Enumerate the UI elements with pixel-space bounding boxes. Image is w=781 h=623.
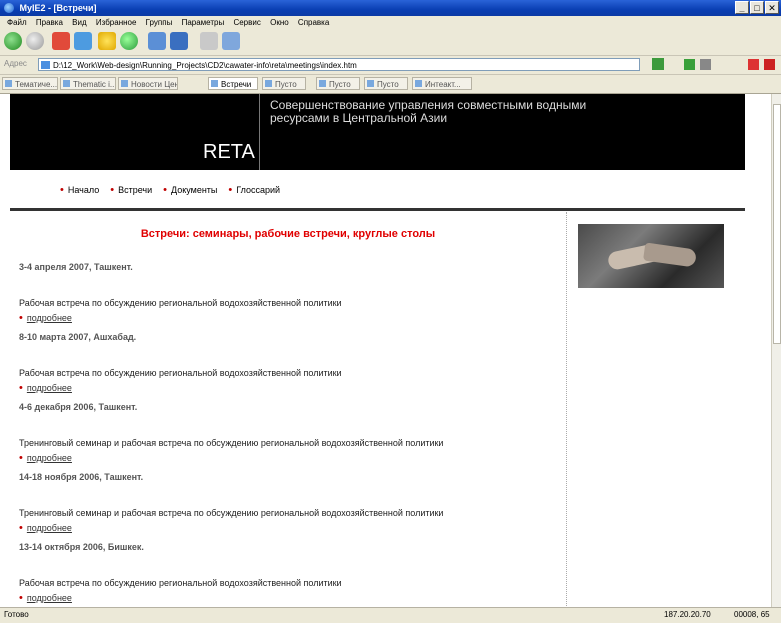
stop-icon[interactable]	[52, 32, 70, 50]
event-date: 13-14 октября 2006, Бишкек.	[19, 542, 144, 552]
favorites-star-icon[interactable]	[98, 32, 116, 50]
window-controls: _ □ ✕	[735, 1, 779, 14]
header-divider	[259, 94, 260, 170]
tab-meetings[interactable]: Встречи	[208, 77, 258, 90]
close-tab-icon[interactable]	[764, 59, 775, 70]
event-description: Рабочая встреча по обсуждению региональн…	[19, 578, 342, 588]
tools-icon[interactable]	[170, 32, 188, 50]
address-label: Адрес	[4, 59, 27, 68]
tab-empty-2[interactable]: Пусто	[316, 77, 360, 90]
tab-last[interactable]: Интеакт...	[412, 77, 472, 90]
window-title: MyIE2 - [Встречи]	[19, 3, 97, 13]
nav-meetings[interactable]: Встречи	[110, 184, 152, 196]
page-icon[interactable]	[148, 32, 166, 50]
address-url: D:\12_Work\Web-design\Running_Projects\C…	[53, 61, 357, 70]
screen-icon[interactable]	[222, 32, 240, 50]
block-icon[interactable]	[748, 59, 759, 70]
history-icon[interactable]	[120, 32, 138, 50]
window-title-bar: MyIE2 - [Встречи] _ □ ✕	[0, 0, 781, 16]
minimize-button[interactable]: _	[735, 1, 749, 14]
menu-help[interactable]: Справка	[298, 18, 329, 27]
more-link-row: подробнее	[19, 382, 559, 394]
toolbar	[0, 30, 781, 56]
address-bar: Адрес D:\12_Work\Web-design\Running_Proj…	[0, 56, 781, 75]
status-text: Готово	[4, 610, 29, 619]
handshake-image	[578, 224, 724, 288]
event-description: Тренинговый семинар и рабочая встреча по…	[19, 508, 444, 518]
green-nav-icon[interactable]	[684, 59, 695, 70]
status-ip: 187.20.20.70	[664, 610, 711, 619]
browser-icon	[4, 3, 14, 13]
site-logo[interactable]: RETA	[203, 141, 255, 164]
more-link[interactable]: подробнее	[27, 453, 72, 463]
forward-icon[interactable]	[26, 32, 44, 50]
tab-2[interactable]: Thematic i...	[60, 77, 116, 90]
nav-home[interactable]: Начало	[60, 184, 99, 196]
more-link-row: подробнее	[19, 312, 559, 324]
status-counter: 00008, 65	[734, 610, 770, 619]
site-nav: Начало Встречи Документы Глоссарий	[60, 184, 280, 196]
address-input[interactable]: D:\12_Work\Web-design\Running_Projects\C…	[38, 58, 640, 71]
column-separator	[566, 212, 567, 607]
event-description: Тренинговый семинар и рабочая встреча по…	[19, 438, 444, 448]
menu-options[interactable]: Параметры	[182, 18, 225, 27]
more-link-row: подробнее	[19, 452, 559, 464]
list-item: 13-14 октября 2006, Бишкек. Рабочая встр…	[19, 542, 559, 607]
dropdown-icon[interactable]	[700, 59, 711, 70]
event-date: 14-18 ноября 2006, Ташкент.	[19, 472, 144, 482]
tab-empty-3[interactable]: Пусто	[364, 77, 408, 90]
event-description: Рабочая встреча по обсуждению региональн…	[19, 368, 342, 378]
list-item: 8-10 марта 2007, Ашхабад. Рабочая встреч…	[19, 332, 559, 402]
event-description: Рабочая встреча по обсуждению региональн…	[19, 298, 342, 308]
event-date: 3-4 апреля 2007, Ташкент.	[19, 262, 133, 272]
page-icon	[41, 61, 50, 69]
site-tagline: Совершенствование управления совместными…	[270, 98, 587, 125]
more-link[interactable]: подробнее	[27, 523, 72, 533]
list-item: 4-6 декабря 2006, Ташкент. Тренинговый с…	[19, 402, 559, 472]
maximize-button[interactable]: □	[750, 1, 764, 14]
more-link[interactable]: подробнее	[27, 383, 72, 393]
menu-view[interactable]: Вид	[72, 18, 86, 27]
tab-3[interactable]: Новости Цен...	[118, 77, 178, 90]
events-list: 3-4 апреля 2007, Ташкент. Рабочая встреч…	[19, 262, 559, 607]
list-item: 14-18 ноября 2006, Ташкент. Тренинговый …	[19, 472, 559, 542]
menu-tools[interactable]: Сервис	[233, 18, 260, 27]
header-rule	[10, 208, 745, 211]
menu-groups[interactable]: Группы	[146, 18, 173, 27]
page-viewport: RETA Совершенствование управления совмес…	[0, 94, 771, 607]
vertical-scrollbar[interactable]	[771, 94, 781, 607]
tab-strip: Тематиче... Thematic i... Новости Цен...…	[0, 75, 781, 94]
menu-bar: Файл Правка Вид Избранное Группы Парамет…	[0, 16, 781, 30]
event-date: 4-6 декабря 2006, Ташкент.	[19, 402, 138, 412]
close-button[interactable]: ✕	[765, 1, 779, 14]
tab-1[interactable]: Тематиче...	[2, 77, 58, 90]
refresh-icon[interactable]	[74, 32, 92, 50]
more-link-row: подробнее	[19, 592, 559, 604]
go-icon[interactable]	[652, 58, 664, 70]
nav-documents[interactable]: Документы	[163, 184, 217, 196]
list-item: 3-4 апреля 2007, Ташкент. Рабочая встреч…	[19, 262, 559, 332]
scrollbar-thumb[interactable]	[773, 104, 781, 344]
more-link-row: подробнее	[19, 522, 559, 534]
nav-glossary[interactable]: Глоссарий	[228, 184, 280, 196]
more-link[interactable]: подробнее	[27, 313, 72, 323]
menu-favorites[interactable]: Избранное	[96, 18, 137, 27]
page-title: Встречи: семинары, рабочие встречи, круг…	[140, 228, 436, 240]
status-bar: Готово 187.20.20.70 00008, 65	[0, 607, 781, 623]
hand-right	[643, 242, 697, 268]
tab-empty-1[interactable]: Пусто	[262, 77, 306, 90]
menu-edit[interactable]: Правка	[36, 18, 63, 27]
site-header: RETA Совершенствование управления совмес…	[10, 94, 745, 170]
event-date: 8-10 марта 2007, Ашхабад.	[19, 332, 137, 342]
more-link[interactable]: подробнее	[27, 593, 72, 603]
menu-file[interactable]: Файл	[7, 18, 27, 27]
menu-window[interactable]: Окно	[270, 18, 289, 27]
print-icon[interactable]	[200, 32, 218, 50]
back-icon[interactable]	[4, 32, 22, 50]
